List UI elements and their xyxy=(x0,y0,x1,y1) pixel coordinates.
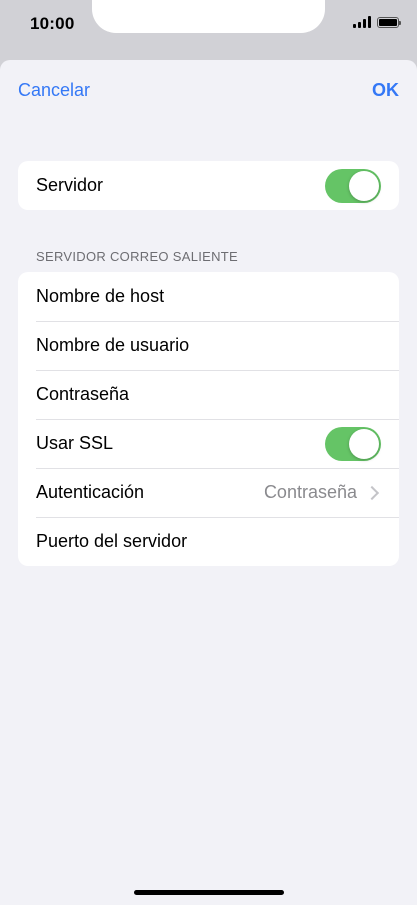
authentication-value: Contraseña xyxy=(263,482,357,502)
outgoing-server-group: Nombre de host Nombre de usuario Contras… xyxy=(18,272,399,566)
status-time: 10:00 xyxy=(30,14,75,33)
server-group: Servidor xyxy=(18,161,399,210)
signal-icon xyxy=(353,16,371,28)
authentication-row[interactable]: Autenticación Contraseña xyxy=(18,468,399,517)
cancel-button[interactable]: Cancelar xyxy=(18,80,90,101)
chevron-right-icon xyxy=(364,485,380,500)
server-port-label: Puerto del servidor xyxy=(36,531,188,551)
status-icons xyxy=(353,16,401,28)
ok-button[interactable]: OK xyxy=(372,80,399,101)
server-label: Servidor xyxy=(36,175,104,195)
notch xyxy=(92,0,325,33)
use-ssl-label: Usar SSL xyxy=(36,433,114,453)
toggle-knob xyxy=(349,170,379,201)
use-ssl-row[interactable]: Usar SSL xyxy=(18,419,399,468)
server-port-row[interactable]: Puerto del servidor xyxy=(18,517,399,566)
username-label: Nombre de usuario xyxy=(36,335,190,355)
password-label: Contraseña xyxy=(36,384,130,404)
account-settings-sheet: Cancelar OK Servidor SERVIDOR CORREO SAL… xyxy=(0,60,417,905)
password-row[interactable]: Contraseña xyxy=(18,370,399,419)
battery-icon xyxy=(377,16,401,28)
status-bar: 10:00 xyxy=(0,0,417,60)
use-ssl-toggle[interactable] xyxy=(325,426,381,461)
authentication-label: Autenticación xyxy=(36,482,145,502)
outgoing-server-header: SERVIDOR CORREO SALIENTE xyxy=(36,249,239,264)
phone-screen: 10:00 Cancelar OK Servidor SERVIDOR CORR… xyxy=(0,0,417,905)
server-toggle[interactable] xyxy=(325,168,381,203)
server-row[interactable]: Servidor xyxy=(18,161,399,210)
nav-bar: Cancelar OK xyxy=(0,60,417,122)
home-indicator xyxy=(134,890,284,895)
toggle-knob xyxy=(349,428,379,459)
username-row[interactable]: Nombre de usuario xyxy=(18,321,399,370)
host-name-row[interactable]: Nombre de host xyxy=(18,272,399,321)
host-name-label: Nombre de host xyxy=(36,286,165,306)
